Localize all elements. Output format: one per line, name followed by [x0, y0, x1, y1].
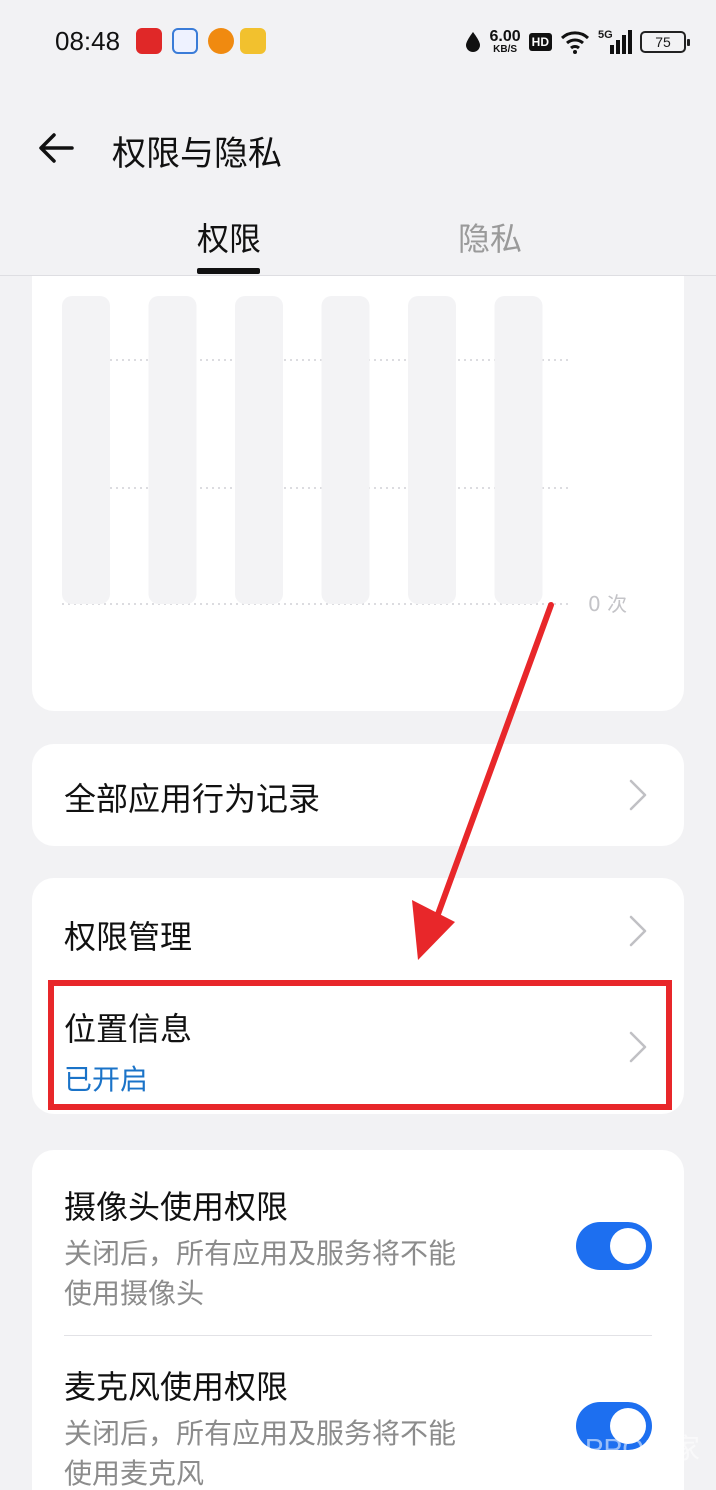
- camera-permission-desc: 关闭后，所有应用及服务将不能 使用摄像头: [64, 1234, 544, 1314]
- active-tab-indicator: [197, 268, 260, 274]
- chart-bar-track: [148, 296, 197, 604]
- chevron-right-icon: [629, 779, 647, 811]
- permission-management-item[interactable]: 权限管理: [32, 878, 684, 982]
- watermark-url: www.oppojia.com: [563, 1463, 664, 1475]
- camera-permission-toggle[interactable]: [576, 1222, 652, 1270]
- camera-permission-item: 摄像头使用权限 关闭后，所有应用及服务将不能 使用摄像头: [32, 1150, 684, 1335]
- app-header: 权限与隐私 权限 隐私: [0, 84, 716, 276]
- status-time: 08:48: [55, 26, 121, 56]
- desc-line: 关闭后，所有应用及服务将不能: [64, 1417, 457, 1450]
- all-app-behavior-record-item[interactable]: 全部应用行为记录: [32, 744, 684, 846]
- chart-bar-track: [408, 296, 456, 604]
- page-title: 权限与隐私: [112, 134, 282, 174]
- watermark-logo-icon: [513, 1434, 556, 1476]
- status-bar: 08:48 6.00 KB/S HD 5G 75: [0, 0, 716, 84]
- chart-bar-track: [235, 296, 283, 604]
- speed-value: 6.00: [489, 28, 521, 45]
- microphone-permission-desc: 关闭后，所有应用及服务将不能 使用麦克风: [64, 1414, 544, 1490]
- watermark-text: OPPO之家 www.oppojia.com: [563, 1433, 700, 1476]
- status-indicators: 6.00 KB/S HD 5G 75: [464, 24, 690, 60]
- watermark-title: OPPO之家: [563, 1433, 700, 1464]
- hd-badge: HD: [528, 33, 552, 51]
- app-notification-icon: [172, 28, 198, 54]
- microphone-permission-title: 麦克风使用权限: [64, 1368, 289, 1406]
- annotation-highlight-box: [48, 980, 672, 1110]
- chart-bar-track: [494, 296, 543, 604]
- usage-chart-card: 0 次: [32, 276, 684, 711]
- back-arrow-icon[interactable]: [36, 128, 76, 168]
- chevron-right-icon: [629, 915, 647, 947]
- app-notification-icon: [136, 28, 162, 54]
- chart-bar-track: [62, 296, 110, 604]
- wifi-icon: [560, 31, 590, 54]
- usage-chart: 0 次: [62, 296, 627, 616]
- app-notification-icon: [208, 28, 234, 54]
- toggle-knob: [610, 1228, 646, 1264]
- app-notification-icon: [240, 28, 266, 54]
- chart-baseline-label: 0 次: [588, 592, 627, 616]
- watermark: OPPO之家 www.oppojia.com: [513, 1434, 700, 1476]
- desc-line: 使用摄像头: [64, 1277, 205, 1310]
- tab-privacy[interactable]: 隐私: [458, 214, 522, 260]
- data-saver-icon: [465, 32, 480, 52]
- signal-icon: 5G: [598, 29, 632, 55]
- camera-permission-title: 摄像头使用权限: [64, 1188, 289, 1226]
- battery-indicator: 75: [640, 31, 690, 53]
- chart-bar-track: [321, 296, 370, 604]
- speed-unit: KB/S: [493, 44, 518, 55]
- network-speed: 6.00 KB/S: [490, 29, 521, 55]
- permission-management-label: 权限管理: [64, 918, 193, 956]
- tab-permission[interactable]: 权限: [197, 214, 261, 260]
- all-app-behavior-record-label: 全部应用行为记录: [64, 780, 321, 818]
- desc-line: 关闭后，所有应用及服务将不能: [64, 1237, 457, 1270]
- desc-line: 使用麦克风: [64, 1457, 205, 1490]
